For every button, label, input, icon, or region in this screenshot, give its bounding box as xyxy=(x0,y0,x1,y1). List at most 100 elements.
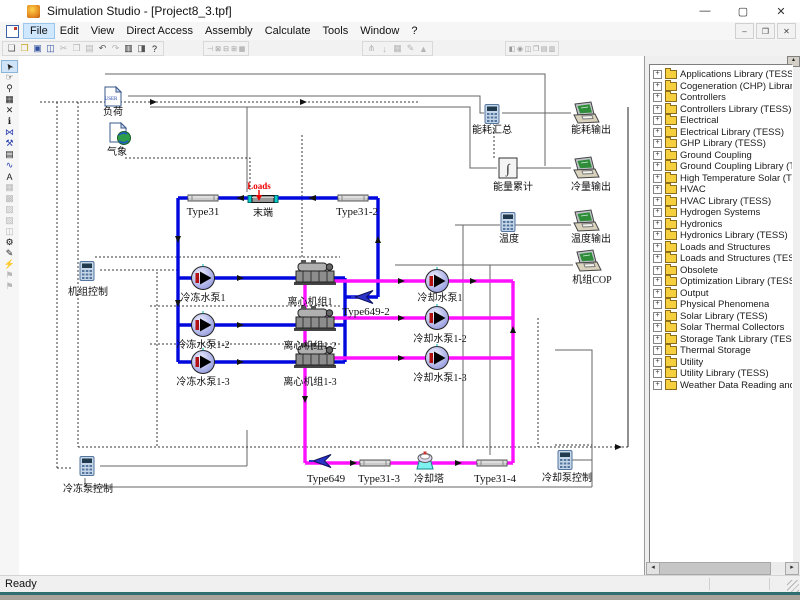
scroll-left-button[interactable]: ◂ xyxy=(646,562,660,575)
expand-icon[interactable]: + xyxy=(653,300,662,309)
run-tool-icon[interactable]: ⚡ xyxy=(2,259,17,270)
copy-button[interactable]: ❐ xyxy=(70,43,83,55)
expand-icon[interactable]: + xyxy=(653,323,662,332)
zoom-tool-icon[interactable]: ⚲ xyxy=(2,83,17,94)
expand-icon[interactable]: + xyxy=(653,128,662,137)
tree-item[interactable]: + Weather Data Reading and Process xyxy=(650,380,792,392)
tree-item[interactable]: + Cogeneration (CHP) Library (TESS) xyxy=(650,81,792,93)
expand-button[interactable]: ⊞ xyxy=(230,43,238,55)
cooling-tower-component[interactable] xyxy=(417,452,433,470)
pipe-type31-2[interactable] xyxy=(338,195,368,201)
undo-button[interactable]: ↶ xyxy=(96,43,109,55)
tree-item[interactable]: + Electrical Library (TESS) xyxy=(650,127,792,139)
temp-output-component[interactable] xyxy=(574,210,599,231)
layout-tool-2-icon[interactable]: ▩ xyxy=(2,193,17,204)
tree-item[interactable]: + Hydrogen Systems xyxy=(650,207,792,219)
energy-sum-component[interactable] xyxy=(485,105,499,124)
tree-item[interactable]: + Obsolete xyxy=(650,265,792,277)
tree-item[interactable]: + Hydronics xyxy=(650,219,792,231)
flag-tool-2-icon[interactable]: ⚑ xyxy=(2,281,17,292)
close-view-button[interactable]: ⊠ xyxy=(214,43,222,55)
collapse-button[interactable]: ⊟ xyxy=(222,43,230,55)
project-canvas[interactable]: USER ∫ xyxy=(19,56,644,575)
terminal-unit[interactable] xyxy=(248,196,278,203)
flag-tool-1-icon[interactable]: ⚑ xyxy=(2,270,17,281)
expand-icon[interactable]: + xyxy=(653,381,662,390)
view-tool-5-button[interactable]: ▤ xyxy=(540,43,548,55)
hierarchy-button[interactable]: ⋔ xyxy=(365,43,378,55)
stamp-tool-icon[interactable]: ▤ xyxy=(2,149,17,160)
cop-output-component[interactable] xyxy=(576,250,601,271)
tree-item[interactable]: + Solar Library (TESS) xyxy=(650,311,792,323)
tree-item[interactable]: + Optimization Library (TESS) xyxy=(650,276,792,288)
panel-hscrollbar[interactable]: ◂ ▸ xyxy=(646,562,799,573)
grid-view-button[interactable]: ▦ xyxy=(238,43,246,55)
expand-icon[interactable]: + xyxy=(653,358,662,367)
expand-icon[interactable]: + xyxy=(653,289,662,298)
view-tool-4-button[interactable]: ❐ xyxy=(532,43,540,55)
save-button[interactable]: ▣ xyxy=(31,43,44,55)
redo-button[interactable]: ↷ xyxy=(109,43,122,55)
tree-item[interactable]: + GHP Library (TESS) xyxy=(650,138,792,150)
pan-hand-icon[interactable]: ☞ xyxy=(2,72,17,83)
expand-icon[interactable]: + xyxy=(653,139,662,148)
new-button[interactable]: ❏ xyxy=(5,43,18,55)
layout-tool-4-icon[interactable]: ▧ xyxy=(2,215,17,226)
menu-item[interactable]: Assembly xyxy=(199,24,259,38)
view-tool-2-button[interactable]: ◉ xyxy=(516,43,524,55)
minimize-button[interactable]: — xyxy=(686,0,724,22)
tree-item[interactable]: + Output xyxy=(650,288,792,300)
info-tool-icon[interactable]: ℹ xyxy=(2,116,17,127)
tree-item[interactable]: + Thermal Storage xyxy=(650,345,792,357)
expand-icon[interactable]: + xyxy=(653,116,662,125)
cw-pump-3[interactable] xyxy=(426,344,449,370)
menu-item[interactable]: Edit xyxy=(54,24,85,38)
edit-proforma-button[interactable]: ✎ xyxy=(404,43,417,55)
expand-icon[interactable]: + xyxy=(653,254,662,263)
menu-item[interactable]: File xyxy=(24,24,54,38)
curve-tool-icon[interactable]: ∿ xyxy=(2,160,17,171)
expand-icon[interactable]: + xyxy=(653,70,662,79)
mdi-restore-button[interactable]: ❐ xyxy=(756,23,775,39)
tree-item[interactable]: + Utility Library (TESS) xyxy=(650,368,792,380)
tree-item[interactable]: + HVAC xyxy=(650,184,792,196)
link-tool-icon[interactable]: ⋈ xyxy=(2,127,17,138)
scroll-thumb[interactable] xyxy=(659,562,771,575)
expand-icon[interactable]: + xyxy=(653,277,662,286)
mdi-close-button[interactable]: ✕ xyxy=(777,23,796,39)
pipe-type31[interactable] xyxy=(188,195,218,201)
paste-button[interactable]: ▤ xyxy=(83,43,96,55)
open-button[interactable]: ❒ xyxy=(18,43,31,55)
pen-tool-icon[interactable]: ✎ xyxy=(2,248,17,259)
energy-acc-component[interactable]: ∫ xyxy=(499,158,517,178)
expand-icon[interactable]: + xyxy=(653,162,662,171)
expand-icon[interactable]: + xyxy=(653,346,662,355)
expand-icon[interactable]: + xyxy=(653,105,662,114)
pipe-type31-3[interactable] xyxy=(360,460,390,466)
expand-icon[interactable]: + xyxy=(653,243,662,252)
tree-item[interactable]: + Solar Thermal Collectors xyxy=(650,322,792,334)
chw-pump-control-component[interactable] xyxy=(80,457,94,476)
expand-icon[interactable]: + xyxy=(653,312,662,321)
sort-button[interactable]: ↓ xyxy=(378,43,391,55)
view-tool-6-button[interactable]: ▥ xyxy=(548,43,556,55)
unit-control-component[interactable] xyxy=(80,262,94,281)
expand-icon[interactable]: + xyxy=(653,369,662,378)
chw-pump-3[interactable] xyxy=(192,348,215,374)
mdi-minimize-button[interactable]: – xyxy=(735,23,754,39)
resize-grip[interactable] xyxy=(787,580,799,592)
temperature-component[interactable] xyxy=(501,213,515,232)
expand-icon[interactable]: + xyxy=(653,174,662,183)
print-preview-button[interactable]: ◨ xyxy=(135,43,148,55)
expand-icon[interactable]: + xyxy=(653,185,662,194)
expand-icon[interactable]: + xyxy=(653,231,662,240)
tree-item[interactable]: + Applications Library (TESS) xyxy=(650,69,792,81)
close-button[interactable]: ✕ xyxy=(762,0,800,22)
chw-pump-2[interactable] xyxy=(192,311,215,337)
expand-icon[interactable]: + xyxy=(653,93,662,102)
pipe-type31-4[interactable] xyxy=(477,460,507,466)
wrench-tool-icon[interactable]: ⚒ xyxy=(2,138,17,149)
diverter-type649[interactable] xyxy=(309,455,331,468)
view-tool-1-button[interactable]: ◧ xyxy=(508,43,516,55)
expand-icon[interactable]: + xyxy=(653,151,662,160)
